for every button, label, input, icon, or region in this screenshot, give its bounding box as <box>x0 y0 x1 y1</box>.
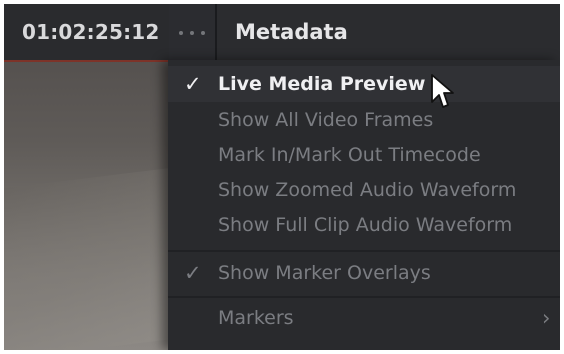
menu-item-label: Markers <box>218 307 294 329</box>
davinci-panel: 01:02:25:12 Metadata ✓ Live Media Previe… <box>4 4 560 350</box>
menu-item-markers[interactable]: Markers › <box>168 300 560 336</box>
menu-item-show-zoomed-audio-waveform[interactable]: Show Zoomed Audio Waveform <box>168 172 560 208</box>
tab-metadata[interactable]: Metadata <box>217 4 560 60</box>
checkmark-icon: ✓ <box>184 72 202 96</box>
more-options-button[interactable] <box>169 4 215 60</box>
menu-item-show-marker-overlays[interactable]: ✓ Show Marker Overlays <box>168 255 560 291</box>
mouse-pointer-icon <box>431 74 454 108</box>
menu-item-label: Mark In/Mark Out Timecode <box>218 144 481 166</box>
timecode-text: 01:02:25:12 <box>22 20 160 44</box>
menu-item-live-media-preview[interactable]: ✓ Live Media Preview <box>168 66 560 102</box>
viewer-options-menu: ✓ Live Media Preview Show All Video Fram… <box>168 60 560 350</box>
menu-item-label: Show Marker Overlays <box>218 262 431 284</box>
menu-item-show-full-clip-audio-waveform[interactable]: Show Full Clip Audio Waveform <box>168 207 560 243</box>
metadata-tab-label: Metadata <box>235 20 348 44</box>
menu-item-label: Show All Video Frames <box>218 109 434 131</box>
menu-separator <box>168 296 560 298</box>
menu-item-label: Show Full Clip Audio Waveform <box>218 214 513 236</box>
menu-separator <box>168 250 560 252</box>
three-dots-icon <box>179 31 205 35</box>
checkmark-icon: ✓ <box>184 261 202 285</box>
menu-item-show-all-video-frames[interactable]: Show All Video Frames <box>168 102 560 138</box>
menu-item-label: Show Zoomed Audio Waveform <box>218 179 517 201</box>
menu-item-label: Live Media Preview <box>218 73 426 95</box>
timecode-display: 01:02:25:12 <box>4 4 166 60</box>
panel-header: 01:02:25:12 Metadata <box>4 4 560 60</box>
menu-item-mark-in-mark-out-timecode[interactable]: Mark In/Mark Out Timecode <box>168 137 560 173</box>
chevron-right-icon: › <box>542 306 551 330</box>
